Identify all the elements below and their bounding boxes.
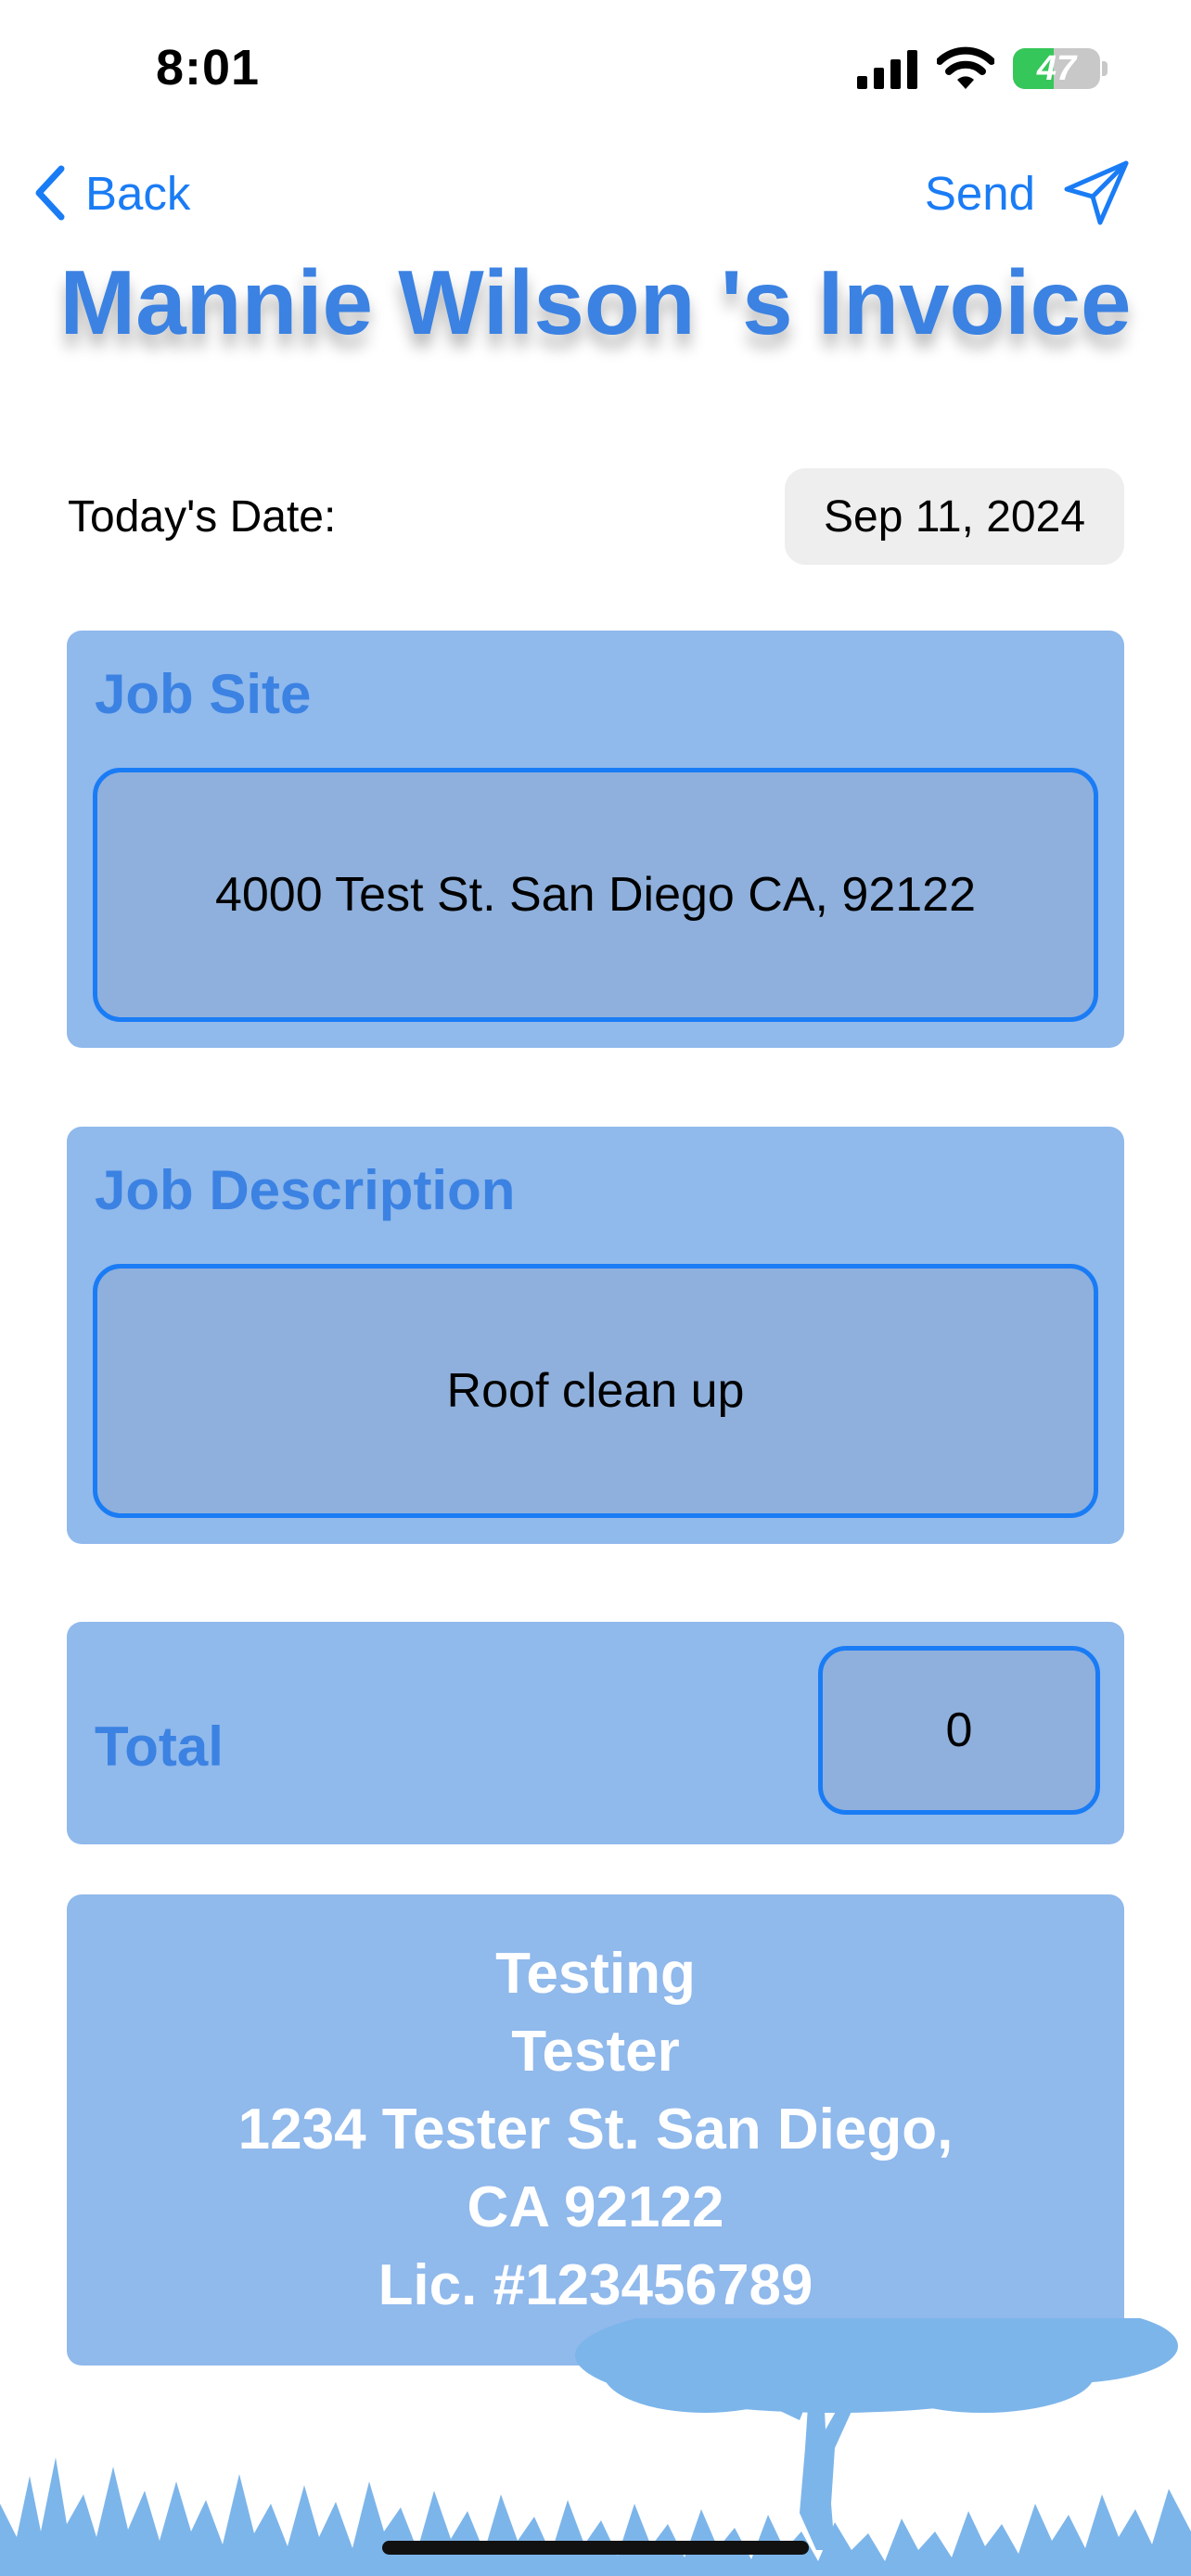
- date-picker-button[interactable]: Sep 11, 2024: [785, 468, 1124, 565]
- job-site-field[interactable]: 4000 Test St. San Diego CA, 92122: [93, 768, 1098, 1022]
- home-indicator[interactable]: [382, 2541, 809, 2555]
- total-field[interactable]: 0: [818, 1646, 1100, 1815]
- total-card: Total 0: [67, 1622, 1124, 1844]
- signal-icon: [857, 50, 917, 89]
- job-site-card: Job Site 4000 Test St. San Diego CA, 921…: [67, 631, 1124, 1048]
- send-button[interactable]: Send: [925, 156, 1130, 230]
- status-bar: 8:01 47: [0, 0, 1191, 139]
- contractor-info-card: Testing Tester 1234 Tester St. San Diego…: [67, 1894, 1124, 2366]
- battery-icon: 47: [1013, 48, 1100, 89]
- battery-tip: [1102, 61, 1108, 76]
- back-label: Back: [85, 166, 191, 220]
- send-label: Send: [924, 166, 1035, 220]
- tree-grass-background: [0, 2318, 1191, 2576]
- job-description-heading: Job Description: [95, 1159, 516, 1221]
- wifi-icon: [937, 46, 994, 89]
- contractor-line: Testing: [495, 1942, 696, 2006]
- total-label: Total: [95, 1715, 224, 1778]
- date-label: Today's Date:: [68, 492, 337, 542]
- paper-plane-icon: [1064, 160, 1129, 225]
- chevron-left-icon: [35, 165, 65, 221]
- contractor-line: 1234 Tester St. San Diego,: [237, 2098, 954, 2162]
- contractor-line: CA 92122: [467, 2175, 724, 2239]
- battery-percent: 47: [1036, 49, 1077, 88]
- page-title: Mannie Wilson 's Invoice: [59, 251, 1132, 353]
- job-description-card: Job Description Roof clean up: [67, 1127, 1124, 1544]
- job-description-field[interactable]: Roof clean up: [93, 1264, 1098, 1518]
- status-time: 8:01: [156, 40, 261, 96]
- contractor-line: Lic. #123456789: [378, 2253, 813, 2317]
- back-button[interactable]: Back: [33, 158, 190, 228]
- job-site-heading: Job Site: [95, 663, 312, 725]
- contractor-line: Tester: [511, 2020, 680, 2084]
